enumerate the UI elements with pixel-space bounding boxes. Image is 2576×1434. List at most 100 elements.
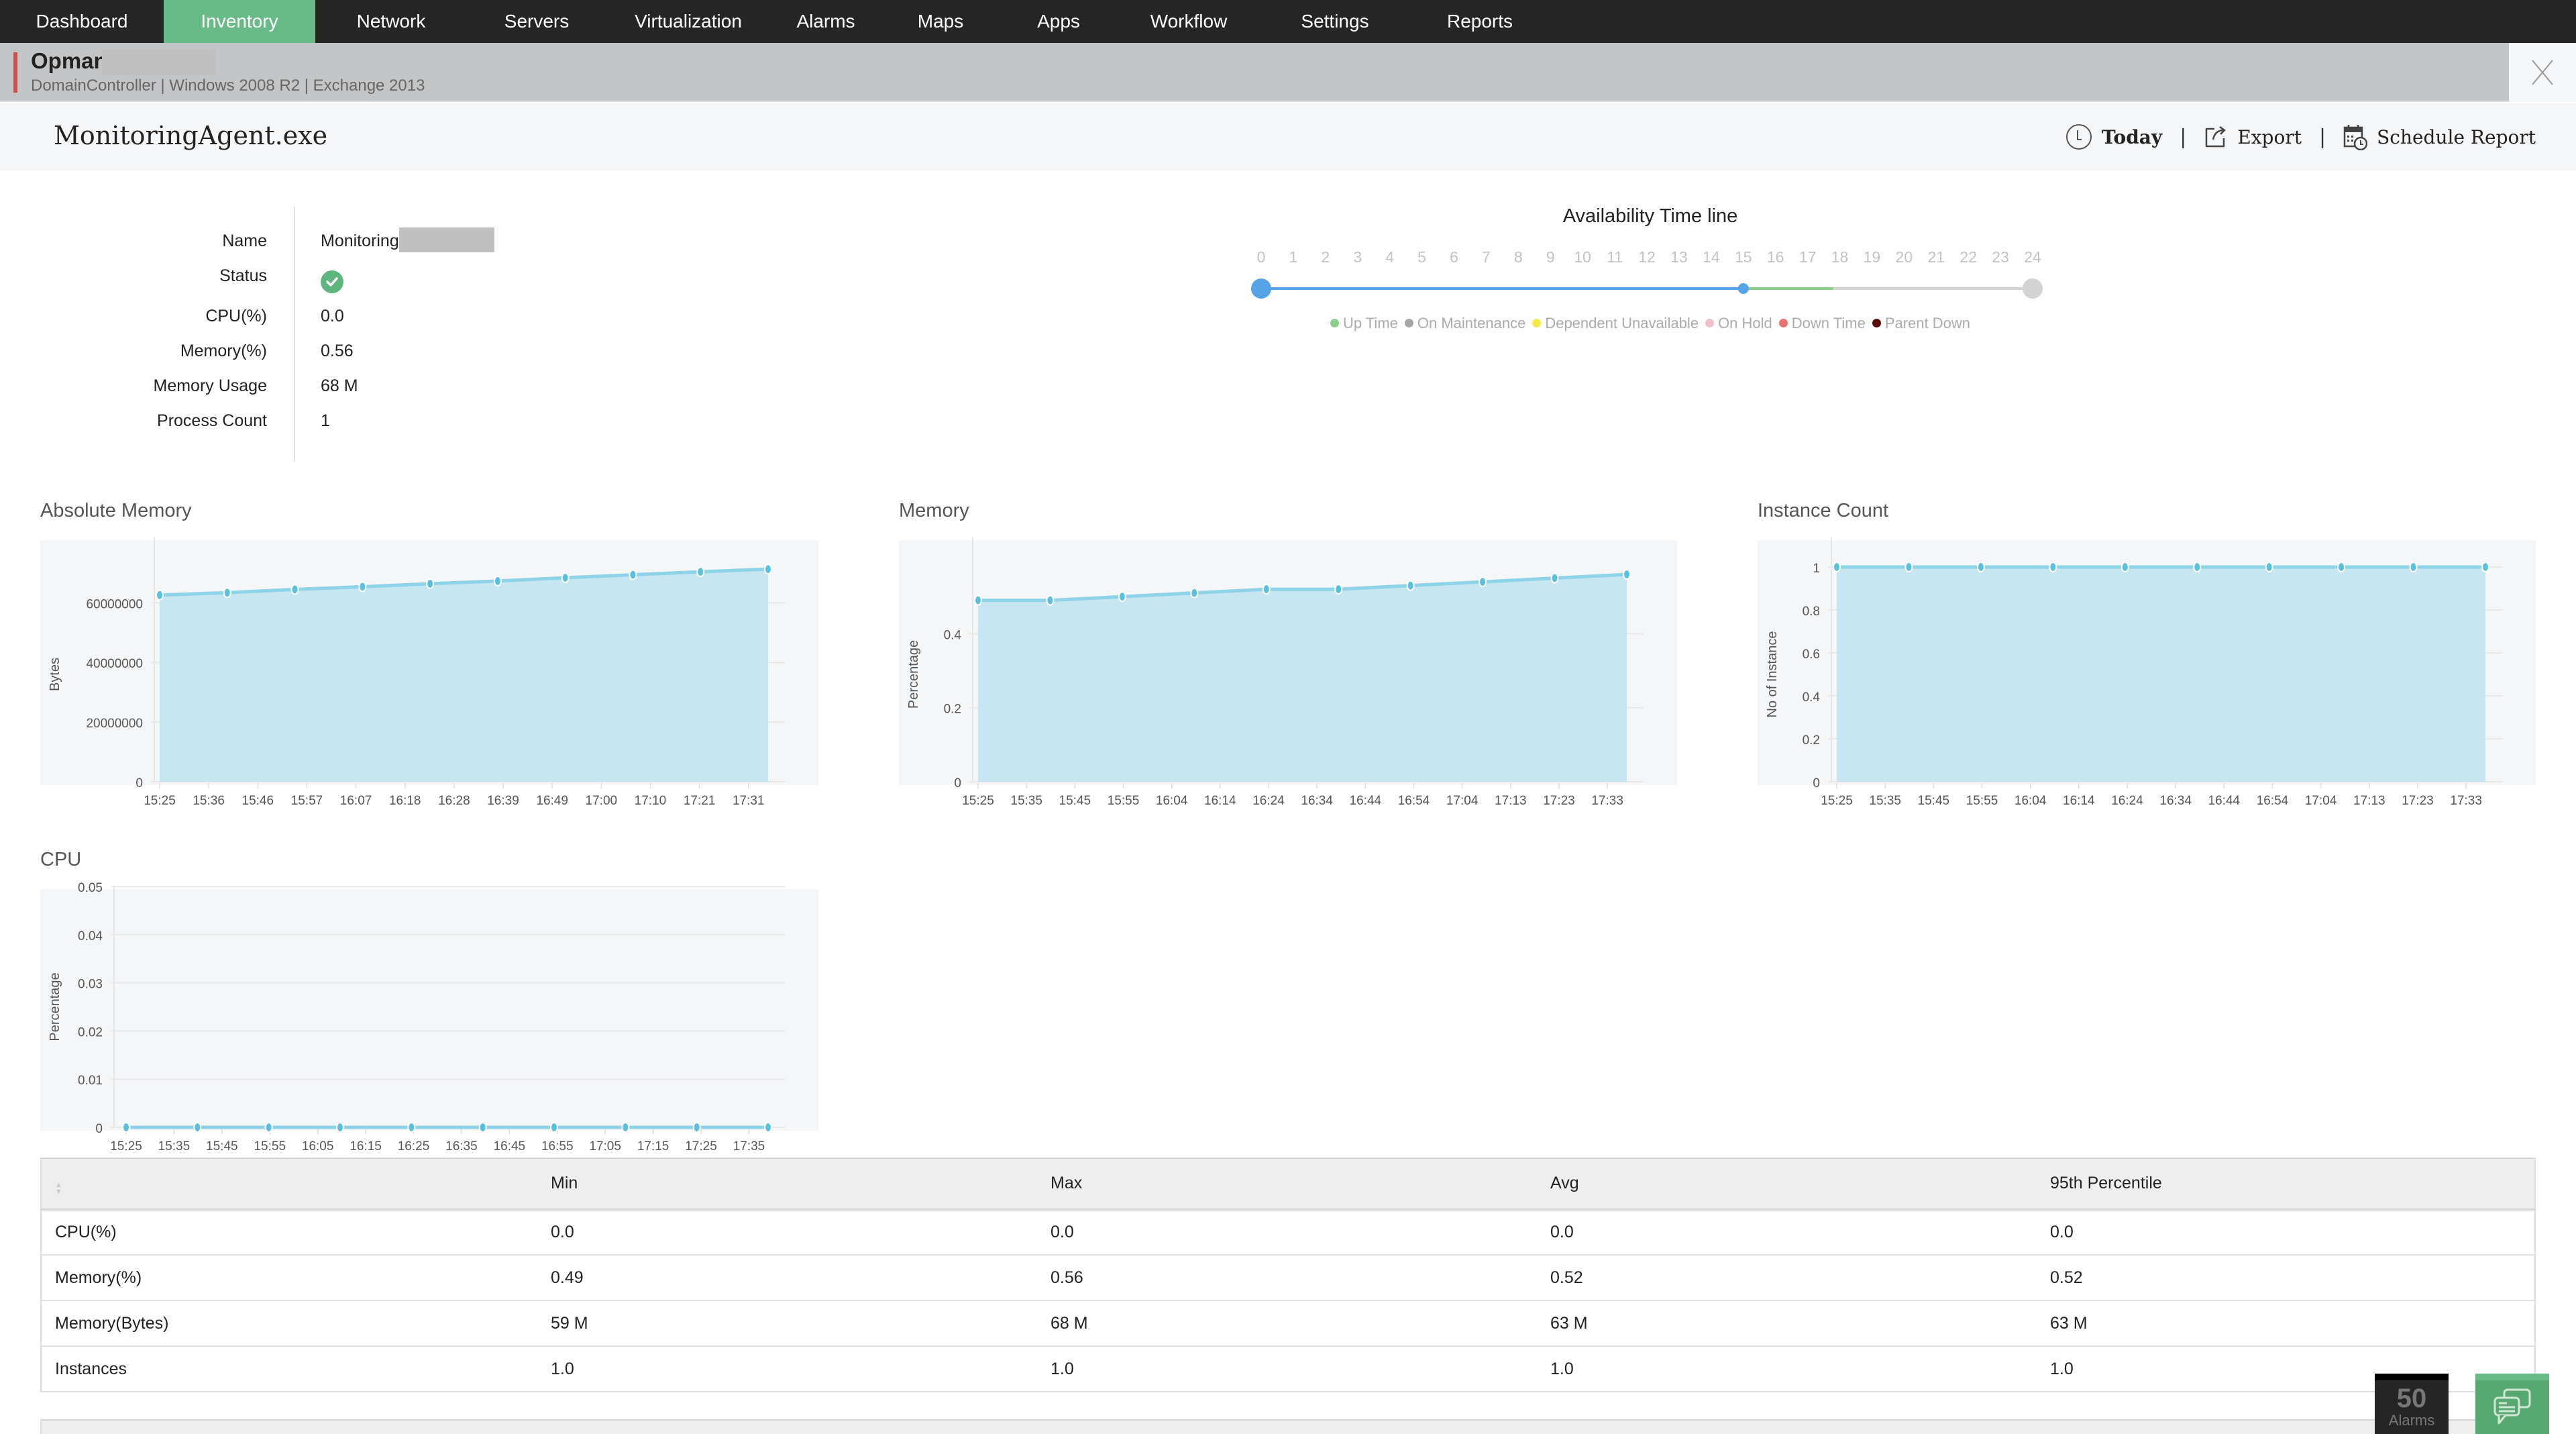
data-point[interactable]: [123, 1123, 129, 1132]
data-point[interactable]: [292, 584, 299, 594]
data-point[interactable]: [2194, 562, 2200, 572]
x-tick-label: 15:45: [1918, 794, 1950, 808]
data-point[interactable]: [975, 596, 981, 605]
data-point[interactable]: [551, 1123, 557, 1132]
series-area: [160, 569, 768, 782]
nav-tab-settings[interactable]: Settings: [1260, 0, 1410, 43]
timeline-hour-label: 1: [1289, 248, 1298, 266]
x-tick-label: 17:00: [586, 794, 618, 808]
data-point[interactable]: [2049, 562, 2056, 572]
memory-percent-chart: Memory 00.20.4Percentage15:2515:3515:451…: [899, 500, 1677, 815]
metric-name: Memory(%): [41, 1255, 537, 1300]
column-header-max[interactable]: Max: [1037, 1158, 1537, 1209]
x-tick-label: 15:55: [1108, 794, 1140, 808]
data-point[interactable]: [1191, 588, 1197, 598]
instance-count-plot[interactable]: 00.20.40.60.81No of Instance15:2515:3515…: [1758, 500, 2536, 815]
data-point[interactable]: [427, 579, 433, 588]
timeline-bar[interactable]: [1234, 275, 2066, 315]
data-point[interactable]: [765, 1123, 771, 1132]
data-point[interactable]: [2122, 562, 2129, 572]
absolute-memory-plot[interactable]: 0200000004000000060000000Bytes15:2515:36…: [40, 500, 818, 815]
nav-tab-alarms[interactable]: Alarms: [770, 0, 881, 43]
nav-tab-network[interactable]: Network: [315, 0, 467, 43]
legend-label: Down Time: [1792, 315, 1866, 332]
schedule-report-button[interactable]: Schedule Report: [2343, 123, 2536, 150]
data-point[interactable]: [1978, 562, 1984, 572]
legend-label: Up Time: [1343, 315, 1398, 332]
data-point[interactable]: [2482, 562, 2489, 572]
data-point[interactable]: [224, 588, 231, 597]
nav-tab-apps[interactable]: Apps: [1000, 0, 1118, 43]
close-icon: [2531, 59, 2554, 86]
nav-tab-maps[interactable]: Maps: [881, 0, 1000, 43]
data-point[interactable]: [697, 567, 704, 576]
data-point[interactable]: [622, 1123, 629, 1132]
data-point[interactable]: [2338, 562, 2345, 572]
cell-min: 0.0: [537, 1209, 1037, 1255]
detail-value: [321, 270, 343, 294]
memory-plot[interactable]: 00.20.4Percentage15:2515:3515:4515:5516:…: [899, 500, 1677, 815]
timeline-end-marker: [2023, 278, 2043, 299]
nav-tab-inventory[interactable]: Inventory: [164, 0, 315, 43]
device-name[interactable]: Opman: [31, 48, 107, 74]
top-nav: DashboardInventoryNetworkServersVirtuali…: [0, 0, 2576, 43]
alarms-widget[interactable]: 50 Alarms: [2375, 1374, 2449, 1434]
cell-avg: 0.52: [1537, 1255, 2037, 1300]
data-point[interactable]: [629, 570, 636, 580]
data-point[interactable]: [1833, 562, 1840, 572]
legend-dot-icon: [1872, 319, 1881, 327]
y-tick-label: 0.2: [1803, 733, 1820, 748]
data-point[interactable]: [337, 1123, 343, 1132]
data-point[interactable]: [1263, 584, 1270, 594]
data-point[interactable]: [765, 564, 771, 574]
data-point[interactable]: [562, 573, 569, 582]
data-point[interactable]: [194, 1123, 201, 1132]
data-point[interactable]: [480, 1123, 486, 1132]
data-point[interactable]: [1623, 570, 1630, 579]
detail-row-process-count: Process Count 1: [0, 411, 537, 438]
data-point[interactable]: [1479, 577, 1486, 586]
close-button[interactable]: [2509, 43, 2576, 102]
y-axis-label: Percentage: [48, 972, 62, 1041]
data-point[interactable]: [1552, 574, 1558, 583]
data-point[interactable]: [1905, 562, 1912, 572]
data-point[interactable]: [408, 1123, 415, 1132]
detail-row-memory-usage: Memory Usage 68 M: [0, 376, 537, 403]
instance-count-chart: Instance Count 00.20.40.60.81No of Insta…: [1758, 500, 2536, 815]
data-point[interactable]: [1407, 581, 1414, 591]
nav-tab-dashboard[interactable]: Dashboard: [0, 0, 164, 43]
data-point[interactable]: [266, 1123, 272, 1132]
x-tick-label: 15:55: [1966, 794, 1998, 808]
nav-tab-workflow[interactable]: Workflow: [1118, 0, 1260, 43]
data-point[interactable]: [2410, 562, 2417, 572]
nav-tab-reports[interactable]: Reports: [1410, 0, 1550, 43]
sort-column-header[interactable]: ▲▼: [41, 1158, 537, 1209]
data-point[interactable]: [156, 591, 163, 600]
x-tick-label: 15:55: [254, 1139, 286, 1154]
data-point[interactable]: [2266, 562, 2273, 572]
sort-icon: ▲▼: [55, 1182, 62, 1195]
cell-max: 0.0: [1037, 1209, 1537, 1255]
export-button[interactable]: Export: [2204, 125, 2302, 149]
nav-tab-servers[interactable]: Servers: [467, 0, 606, 43]
chat-widget-button[interactable]: [2475, 1374, 2549, 1434]
timeline-hour-label: 19: [1864, 248, 1881, 266]
x-tick-label: 15:25: [110, 1139, 142, 1154]
data-point[interactable]: [1335, 584, 1342, 594]
timeline-hour-label: 15: [1735, 248, 1752, 266]
data-point[interactable]: [359, 582, 366, 591]
cpu-plot[interactable]: 00.010.020.030.040.05Percentage15:2515:3…: [40, 849, 818, 1164]
data-point[interactable]: [1046, 596, 1053, 605]
data-point[interactable]: [1119, 592, 1126, 601]
calendar-clock-icon: [2343, 123, 2367, 150]
nav-tab-virtualization[interactable]: Virtualization: [606, 0, 770, 43]
period-selector-button[interactable]: Today: [2065, 123, 2162, 150]
timeline-hour-label: 20: [1896, 248, 1913, 266]
data-point[interactable]: [494, 576, 501, 586]
data-point[interactable]: [694, 1123, 700, 1132]
column-header-avg[interactable]: Avg: [1537, 1158, 2037, 1209]
column-header-min[interactable]: Min: [537, 1158, 1037, 1209]
cell-avg: 1.0: [1537, 1346, 2037, 1392]
column-header-95th[interactable]: 95th Percentile: [2037, 1158, 2535, 1209]
x-tick-label: 16:34: [2159, 794, 2192, 808]
